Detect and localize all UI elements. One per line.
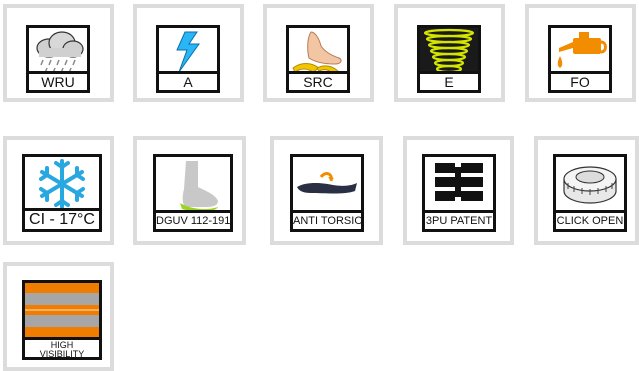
feature-tile-high-visibility: HIGH VISIBILITY	[3, 262, 114, 371]
feature-label: ANTI TORSION	[293, 210, 361, 229]
feature-tile-wru: WRU	[3, 4, 114, 102]
feature-label: WRU	[29, 71, 87, 90]
feature-tile-click-open: CLICK OPEN	[534, 136, 639, 245]
twisted-sole-icon	[297, 172, 357, 194]
snowflake-icon	[39, 159, 85, 209]
layered-sole-icon	[435, 163, 483, 201]
feature-tile-ci: CI - 17°C	[3, 136, 114, 245]
feature-tile-src: SRC	[263, 4, 374, 102]
foot-on-banana-peel-icon	[292, 31, 342, 73]
feature-icon-box-dguv: DGUV 112-191	[153, 154, 233, 232]
feature-tile-fo: FO	[525, 4, 636, 102]
feature-icon-box-a: A	[156, 25, 220, 93]
feature-label: CI - 17°C	[25, 208, 99, 229]
feature-tile-a: A	[133, 4, 244, 102]
feature-icon-box-wru: WRU	[26, 25, 90, 93]
feature-label: 3PU PATENT	[425, 210, 493, 229]
feature-icon-box-click-open: CLICK OPEN	[553, 154, 627, 232]
feature-label: DGUV 112-191	[156, 210, 230, 229]
feature-label: A	[159, 71, 217, 90]
feature-icon-box-src: SRC	[286, 25, 350, 93]
oil-can-icon	[557, 32, 607, 68]
reflective-stripes-icon	[25, 283, 99, 341]
feature-tile-anti-torsion: ANTI TORSION	[270, 136, 383, 245]
feature-icon-box-3pu: 3PU PATENT	[422, 154, 496, 232]
feature-icon-box-anti-torsion: ANTI TORSION	[290, 154, 364, 232]
feature-label: FO	[551, 71, 609, 90]
dial-closure-icon	[563, 166, 617, 204]
rain-cloud-icon	[36, 31, 84, 74]
feature-label: HIGH VISIBILITY	[25, 337, 99, 357]
feature-label: CLICK OPEN	[556, 210, 624, 229]
feature-tile-3pu: 3PU PATENT	[403, 136, 514, 245]
lightning-bolt-icon	[176, 31, 200, 73]
feature-tile-dguv: DGUV 112-191	[133, 136, 246, 245]
feature-tile-e: E	[394, 4, 505, 102]
feature-icon-box-e: E	[417, 25, 481, 93]
orthopedic-insole-foot-icon	[180, 161, 218, 212]
spring-coil-icon	[420, 28, 478, 76]
feature-label: E	[420, 71, 478, 90]
feature-label: SRC	[289, 71, 347, 90]
feature-icon-box-ci: CI - 17°C	[22, 154, 102, 232]
feature-icon-box-high-visibility: HIGH VISIBILITY	[22, 280, 102, 360]
feature-icon-box-fo: FO	[548, 25, 612, 93]
